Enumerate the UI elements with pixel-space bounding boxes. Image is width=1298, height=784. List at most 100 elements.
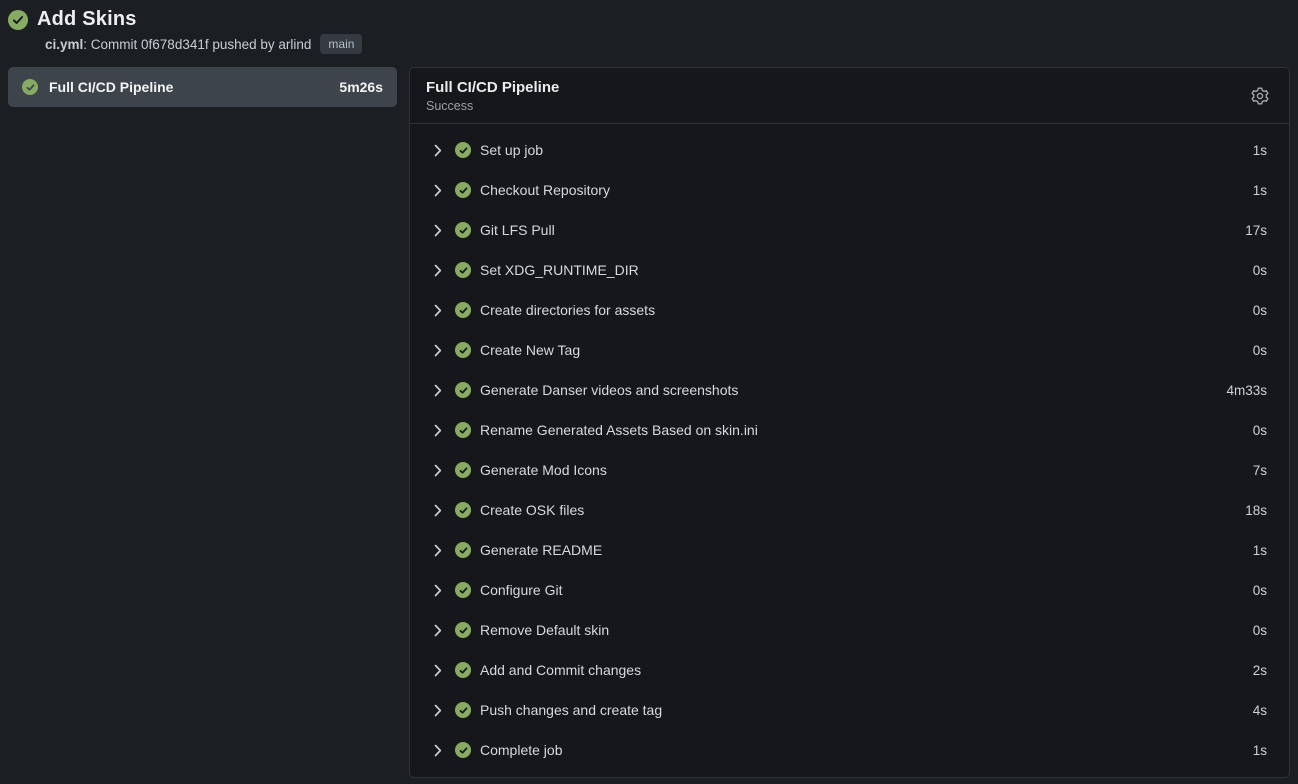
check-circle-icon [455,222,471,238]
step-label: Create OSK files [480,502,1245,518]
check-circle-icon [455,342,471,358]
step-list: Set up job 1s Checkout Repository 1s [410,124,1289,778]
step-row[interactable]: Complete job 1s [410,730,1289,770]
workflow-file-name: ci.yml [45,37,83,52]
step-row[interactable]: Remove Default skin 0s [410,610,1289,650]
jobs-sidebar: Full CI/CD Pipeline 5m26s [8,67,397,107]
chevron-right-icon [434,544,442,557]
run-header: Add Skins ci.yml: Commit 0f678d341f push… [0,0,1298,54]
step-duration: 0s [1253,623,1267,638]
step-duration: 4s [1253,703,1267,718]
step-label: Create directories for assets [480,302,1253,318]
chevron-right-icon [434,304,442,317]
run-title: Add Skins [37,8,137,31]
check-circle-icon [455,182,471,198]
step-row[interactable]: Set XDG_RUNTIME_DIR 0s [410,250,1289,290]
step-duration: 18s [1245,503,1267,518]
step-row[interactable]: Git LFS Pull 17s [410,210,1289,250]
step-duration: 0s [1253,343,1267,358]
job-detail-panel: Full CI/CD Pipeline Success [409,67,1290,778]
job-detail-title: Full CI/CD Pipeline [426,79,559,96]
step-label: Generate README [480,542,1253,558]
step-row[interactable]: Create OSK files 18s [410,490,1289,530]
chevron-right-icon [434,264,442,277]
step-row[interactable]: Rename Generated Assets Based on skin.in… [410,410,1289,450]
chevron-right-icon [434,704,442,717]
check-circle-icon [455,582,471,598]
job-status-text: Success [426,99,559,113]
job-settings-button[interactable] [1247,83,1273,109]
step-row[interactable]: Create directories for assets 0s [410,290,1289,330]
step-label: Create New Tag [480,342,1253,358]
gear-icon [1250,86,1270,106]
check-circle-icon [455,302,471,318]
check-circle-icon [455,142,471,158]
step-label: Generate Mod Icons [480,462,1253,478]
step-row[interactable]: Checkout Repository 1s [410,170,1289,210]
chevron-right-icon [434,424,442,437]
branch-badge[interactable]: main [320,34,362,54]
commit-message: ci.yml: Commit 0f678d341f pushed by arli… [45,37,311,52]
step-row[interactable]: Set up job 1s [410,130,1289,170]
step-duration: 1s [1253,183,1267,198]
check-circle-icon [455,622,471,638]
step-label: Complete job [480,742,1253,758]
step-label: Add and Commit changes [480,662,1253,678]
step-label: Set XDG_RUNTIME_DIR [480,262,1253,278]
step-row[interactable]: Push changes and create tag 4s [410,690,1289,730]
step-duration: 17s [1245,223,1267,238]
chevron-right-icon [434,384,442,397]
check-circle-icon [455,542,471,558]
step-duration: 1s [1253,743,1267,758]
chevron-right-icon [434,744,442,757]
job-duration: 5m26s [339,79,383,95]
step-label: Git LFS Pull [480,222,1245,238]
chevron-right-icon [434,624,442,637]
chevron-right-icon [434,184,442,197]
commit-info-text: : Commit 0f678d341f pushed by arlind [83,37,311,52]
job-label: Full CI/CD Pipeline [49,79,328,95]
check-circle-icon [455,262,471,278]
step-row[interactable]: Generate Mod Icons 7s [410,450,1289,490]
step-duration: 2s [1253,663,1267,678]
check-circle-icon [455,502,471,518]
chevron-right-icon [434,344,442,357]
step-duration: 1s [1253,543,1267,558]
chevron-right-icon [434,144,442,157]
step-label: Rename Generated Assets Based on skin.in… [480,422,1253,438]
check-circle-icon [455,702,471,718]
step-row[interactable]: Configure Git 0s [410,570,1289,610]
chevron-right-icon [434,464,442,477]
step-duration: 0s [1253,583,1267,598]
step-label: Push changes and create tag [480,702,1253,718]
chevron-right-icon [434,664,442,677]
step-label: Configure Git [480,582,1253,598]
check-circle-icon [455,422,471,438]
check-circle-icon [455,382,471,398]
check-circle-icon [455,462,471,478]
check-circle-icon [22,79,38,95]
step-label: Remove Default skin [480,622,1253,638]
step-duration: 0s [1253,423,1267,438]
step-duration: 0s [1253,263,1267,278]
step-duration: 4m33s [1226,383,1267,398]
check-circle-icon [8,10,28,30]
run-subtitle: ci.yml: Commit 0f678d341f pushed by arli… [45,34,1288,54]
step-row[interactable]: Create New Tag 0s [410,330,1289,370]
step-label: Checkout Repository [480,182,1253,198]
step-label: Set up job [480,142,1253,158]
step-duration: 1s [1253,143,1267,158]
step-row[interactable]: Generate README 1s [410,530,1289,570]
chevron-right-icon [434,224,442,237]
step-label: Generate Danser videos and screenshots [480,382,1226,398]
job-item-full-ci-cd-pipeline[interactable]: Full CI/CD Pipeline 5m26s [8,67,397,107]
step-duration: 7s [1253,463,1267,478]
job-detail-header: Full CI/CD Pipeline Success [410,68,1289,124]
check-circle-icon [455,742,471,758]
chevron-right-icon [434,504,442,517]
chevron-right-icon [434,584,442,597]
check-circle-icon [455,662,471,678]
step-duration: 0s [1253,303,1267,318]
step-row[interactable]: Generate Danser videos and screenshots 4… [410,370,1289,410]
step-row[interactable]: Add and Commit changes 2s [410,650,1289,690]
